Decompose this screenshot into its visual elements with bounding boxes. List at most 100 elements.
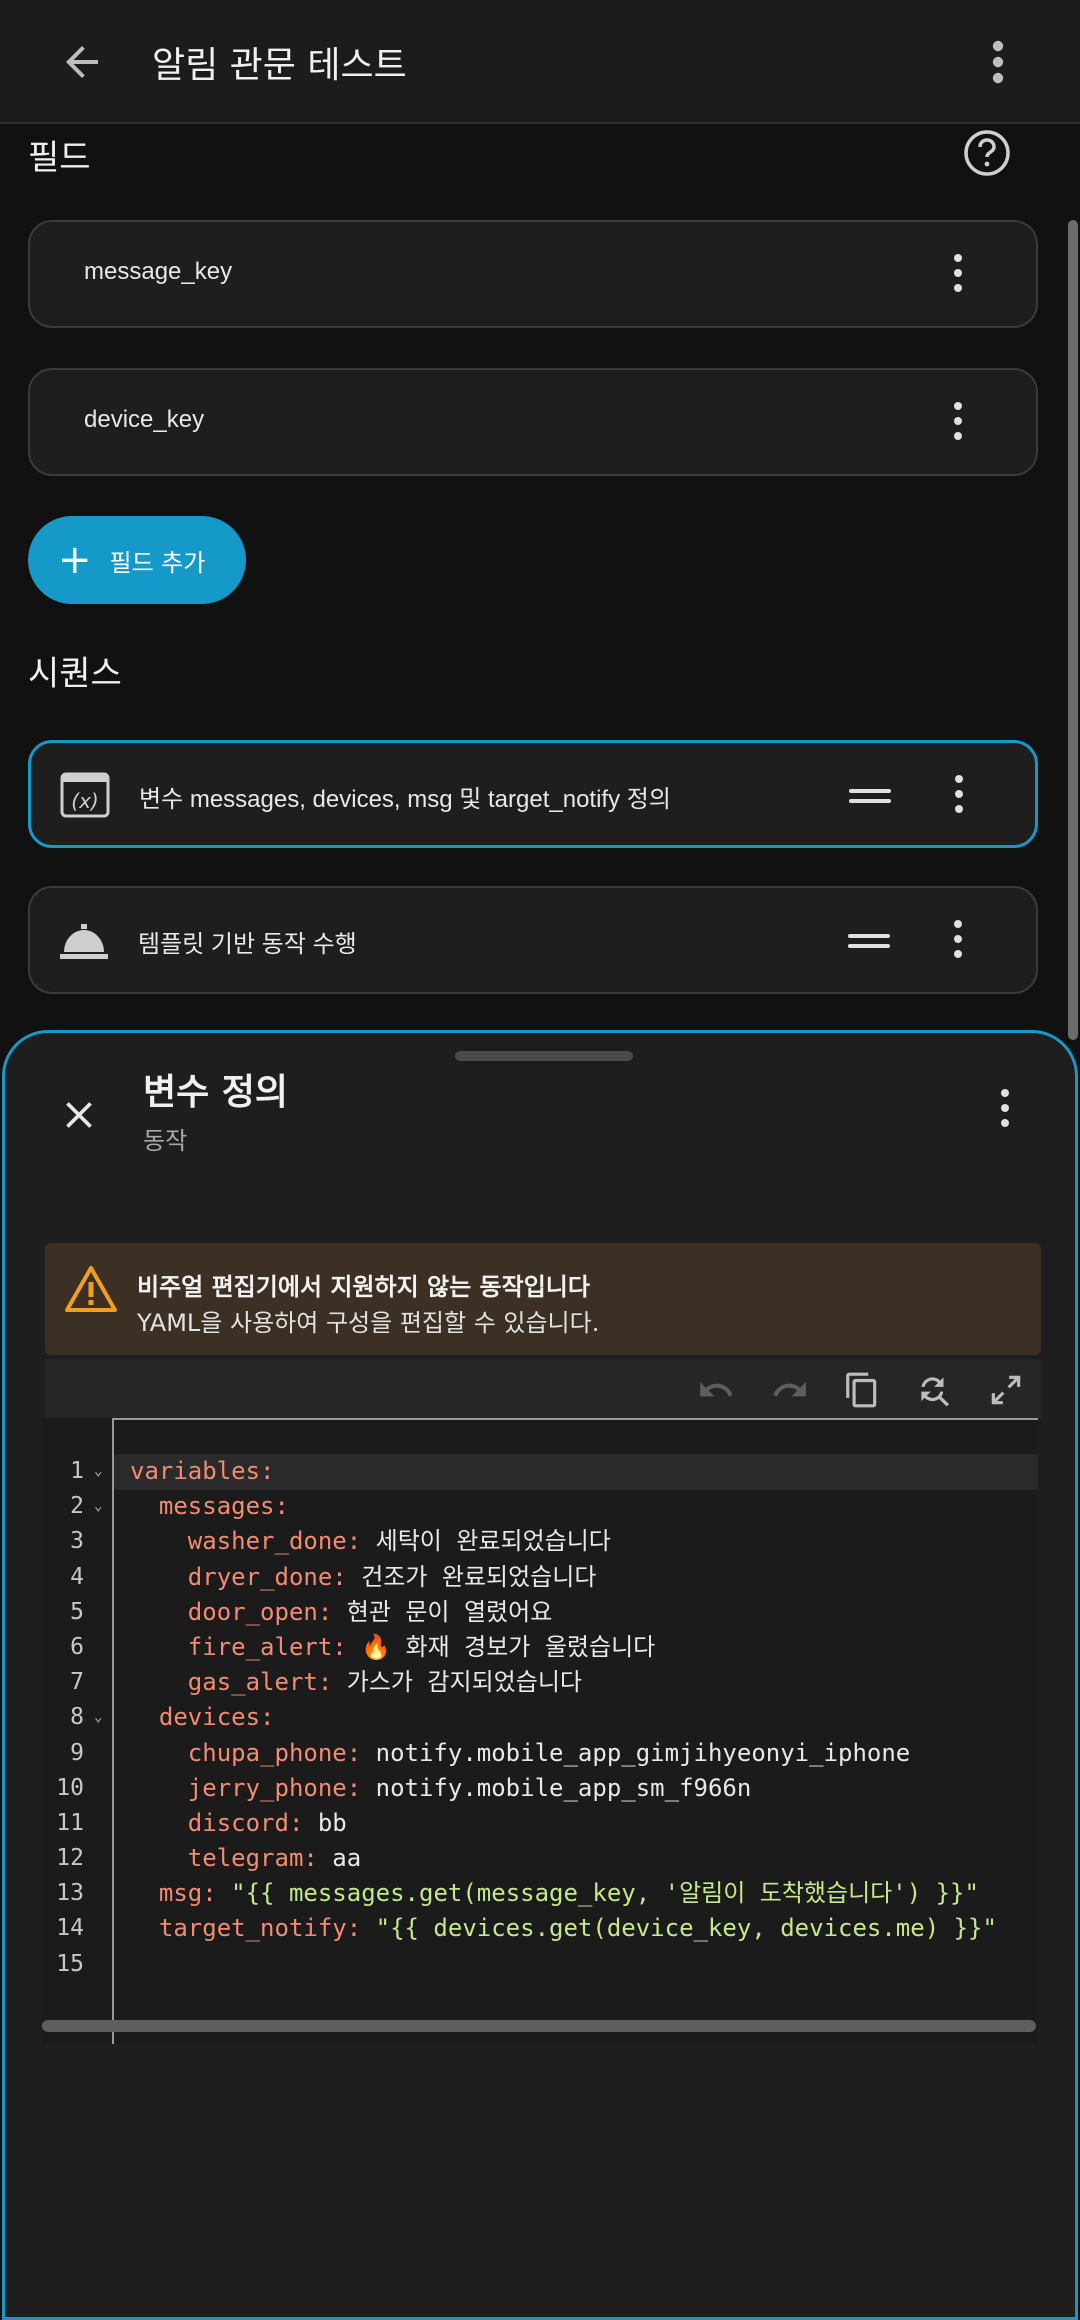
line-number: 8 [70,1704,84,1731]
editor-horizontal-scrollbar[interactable] [42,2020,1036,2032]
close-icon[interactable] [57,1093,101,1137]
code-text: msg: "{{ messages.get(message_key, '알림이 … [130,1876,979,1911]
code-line[interactable]: 6 fire_alert: 🔥 화재 경보가 울렸습니다 [42,1630,1038,1665]
sequence-item-variables[interactable]: (x) 변수 messages, devices, msg 및 target_n… [28,740,1038,848]
code-line[interactable]: 5 door_open: 현관 문이 열렸어요 [42,1595,1038,1630]
line-number: 4 [70,1563,84,1590]
line-number: 9 [70,1739,84,1766]
more-vert-icon[interactable] [995,1089,1015,1133]
yaml-key: dryer_done: [130,1562,347,1591]
fold-chevron-icon[interactable]: ⌄ [94,1454,102,1489]
code-toolbar [45,1359,1041,1421]
sequence-item-template-action[interactable]: 템플릿 기반 동작 수행 [28,886,1038,994]
field-label: message_key [84,258,233,285]
code-line[interactable]: 1 ⌄ variables: [42,1454,1038,1489]
code-text: target_notify: "{{ devices.get(device_ke… [130,1911,997,1946]
drag-handle-icon[interactable] [849,789,891,805]
warning-icon [65,1266,117,1312]
line-number: 7 [70,1669,84,1696]
yaml-key: chupa_phone: [130,1738,362,1767]
line-number: 3 [70,1528,84,1555]
code-line[interactable]: 14 target_notify: "{{ devices.get(device… [42,1911,1038,1946]
sequence-section-title: 시퀀스 [28,654,122,694]
yaml-key: fire_alert: [130,1632,347,1661]
find-replace-icon[interactable] [915,1371,953,1409]
code-line[interactable]: 8 ⌄ devices: [42,1700,1038,1735]
yaml-key: target_notify: [130,1914,362,1943]
code-line[interactable]: 9 chupa_phone: notify.mobile_app_gimjihy… [42,1736,1038,1771]
yaml-string-value: "{{ devices.get(device_key, devices.me) … [361,1914,997,1943]
code-line[interactable]: 15 [42,1947,1038,1982]
fullscreen-icon[interactable] [987,1371,1025,1409]
code-text: gas_alert: 가스가 감지되었습니다 [130,1665,582,1700]
line-number: 13 [56,1880,84,1907]
more-vert-icon[interactable] [948,254,968,298]
yaml-value: bb [303,1808,347,1837]
code-line[interactable]: 13 msg: "{{ messages.get(message_key, '알… [42,1876,1038,1911]
undo-icon[interactable] [697,1371,735,1409]
code-line[interactable]: 4 dryer_done: 건조가 완료되었습니다 [42,1560,1038,1595]
code-line[interactable]: 7 gas_alert: 가스가 감지되었습니다 [42,1665,1038,1700]
warning-alert: 비주얼 편집기에서 지원하지 않는 동작입니다 YAML을 사용하여 구성을 편… [45,1243,1041,1355]
code-line[interactable]: 10 jerry_phone: notify.mobile_app_sm_f96… [42,1771,1038,1806]
line-number: 6 [70,1633,84,1660]
yaml-value: 가스가 감지되었습니다 [332,1668,582,1697]
code-text: dryer_done: 건조가 완료되었습니다 [130,1560,597,1595]
yaml-key: devices: [130,1703,275,1732]
fold-chevron-icon[interactable]: ⌄ [94,1700,102,1735]
code-text: fire_alert: 🔥 화재 경보가 울렸습니다 [130,1630,655,1665]
back-arrow-icon[interactable] [58,38,106,86]
code-line[interactable]: 2 ⌄ messages: [42,1489,1038,1524]
sheet-subtitle: 동작 [143,1127,188,1155]
line-number: 12 [56,1845,84,1872]
line-number: 15 [56,1950,84,1977]
warning-body: YAML을 사용하여 구성을 편집할 수 있습니다. [137,1309,600,1337]
code-line[interactable]: 12 telegram: aa [42,1841,1038,1876]
sequence-item-label: 템플릿 기반 동작 수행 [138,931,357,958]
yaml-editor[interactable]: 1 ⌄ variables: 2 ⌄ messages: 3 washer_done: 세… [42,1418,1038,2044]
code-line[interactable]: 11 discord: bb [42,1806,1038,1841]
more-vert-icon[interactable] [948,402,968,446]
variable-icon: (x) [60,772,110,818]
add-field-label: 필드 추가 [109,548,206,577]
more-vert-icon[interactable] [949,775,969,819]
yaml-key: variables: [130,1457,275,1485]
help-icon[interactable] [962,128,1012,178]
code-text: jerry_phone: notify.mobile_app_sm_f966n [130,1771,752,1806]
service-bell-icon [60,924,108,959]
more-vert-icon[interactable] [948,920,968,964]
yaml-value: 🔥 화재 경보가 울렸습니다 [346,1632,656,1661]
code-lines[interactable]: 1 ⌄ variables: 2 ⌄ messages: 3 washer_done: 세… [42,1454,1038,1982]
page-title: 알림 관문 테스트 [152,45,407,86]
add-field-button[interactable]: + 필드 추가 [28,516,246,604]
code-text: telegram: aa [130,1841,361,1876]
code-text: devices: [130,1700,275,1735]
code-text: discord: bb [130,1806,347,1841]
copy-icon[interactable] [843,1371,881,1409]
yaml-key: discord: [130,1808,304,1837]
yaml-value: 현관 문이 열렸어요 [332,1597,553,1626]
sheet-drag-handle[interactable] [455,1051,633,1061]
line-number: 2 [70,1493,84,1520]
line-number: 11 [56,1809,84,1836]
fields-section-title: 필드 [28,138,91,178]
yaml-key: telegram: [130,1844,318,1873]
svg-text:(x): (x) [71,789,98,813]
code-line[interactable]: 3 washer_done: 세탁이 완료되었습니다 [42,1524,1038,1559]
line-number: 10 [56,1774,84,1801]
more-vert-icon[interactable] [982,38,1014,86]
code-text: chupa_phone: notify.mobile_app_gimjihyeo… [130,1736,910,1771]
field-label: device_key [84,406,205,433]
field-card-device-key[interactable]: device_key [28,368,1038,476]
yaml-value: notify.mobile_app_gimjihyeonyi_iphone [361,1738,911,1767]
yaml-value: 건조가 완료되었습니다 [346,1562,597,1591]
field-card-message-key[interactable]: message_key [28,220,1038,328]
page-scrollbar-thumb[interactable] [1068,220,1078,1040]
yaml-key: msg: [130,1879,217,1908]
fold-chevron-icon[interactable]: ⌄ [94,1489,102,1524]
redo-icon[interactable] [771,1371,809,1409]
yaml-value: 세탁이 완료되었습니다 [361,1527,611,1556]
yaml-key: jerry_phone: [130,1773,362,1802]
plus-icon: + [58,537,92,583]
drag-handle-icon[interactable] [848,934,890,950]
